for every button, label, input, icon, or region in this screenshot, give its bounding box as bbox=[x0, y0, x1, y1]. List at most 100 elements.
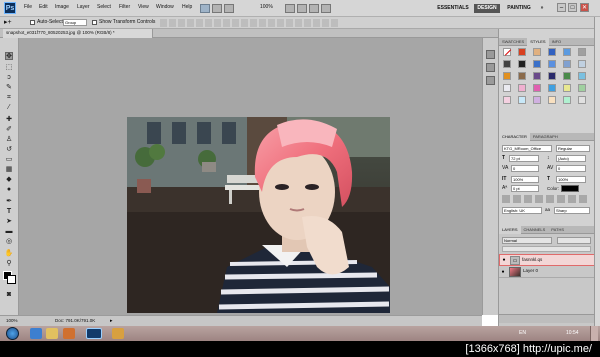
tab-layers[interactable]: LAYERS bbox=[499, 225, 521, 234]
tab-styles[interactable]: STYLES bbox=[527, 37, 549, 46]
style-swatch[interactable] bbox=[533, 96, 541, 104]
antialias-dropdown[interactable]: Sharp bbox=[554, 207, 590, 214]
pen-tool-icon[interactable]: ✒ bbox=[5, 197, 13, 205]
style-swatch[interactable] bbox=[578, 60, 586, 68]
menu-layer[interactable]: Layer bbox=[77, 5, 90, 10]
history-brush-icon[interactable]: ↺ bbox=[5, 145, 13, 153]
align-distribute-buttons[interactable] bbox=[160, 19, 340, 27]
menu-file[interactable]: File bbox=[24, 5, 32, 10]
workspace-design[interactable]: DESIGN bbox=[474, 4, 500, 13]
style-swatch[interactable] bbox=[548, 84, 556, 92]
shape-tool-icon[interactable]: ▬ bbox=[5, 227, 13, 235]
hand-icon[interactable] bbox=[285, 4, 295, 13]
menu-edit[interactable]: Edit bbox=[39, 5, 48, 10]
start-button-icon[interactable] bbox=[6, 327, 19, 340]
visibility-eye-icon[interactable]: ● bbox=[499, 269, 507, 275]
extras-icon[interactable] bbox=[224, 4, 234, 13]
style-swatch[interactable] bbox=[578, 84, 586, 92]
style-swatch[interactable] bbox=[518, 60, 526, 68]
horizontal-scale-field[interactable]: 100% bbox=[556, 176, 586, 183]
style-swatch[interactable] bbox=[518, 84, 526, 92]
show-transform-checkbox[interactable] bbox=[92, 20, 97, 25]
zoom-tool-icon[interactable]: ⚲ bbox=[5, 259, 13, 267]
tab-swatches[interactable]: SWATCHES bbox=[499, 39, 527, 44]
language-dropdown[interactable]: English: UK bbox=[502, 207, 542, 214]
quick-mask-icon[interactable]: ◙ bbox=[5, 290, 13, 298]
style-swatch[interactable] bbox=[518, 96, 526, 104]
kerning-field[interactable]: 0 bbox=[511, 165, 539, 172]
style-swatch[interactable] bbox=[578, 72, 586, 80]
zoom-level[interactable]: 100% bbox=[260, 5, 273, 10]
menu-view[interactable]: View bbox=[138, 5, 149, 10]
bridge-icon[interactable] bbox=[200, 4, 210, 13]
layer-row[interactable]: ● Layer 0 bbox=[499, 266, 595, 278]
style-swatch[interactable] bbox=[563, 72, 571, 80]
style-swatch[interactable] bbox=[548, 96, 556, 104]
tab-paths[interactable]: PATHS bbox=[548, 227, 567, 232]
style-swatch[interactable] bbox=[503, 84, 511, 92]
dodge-tool-icon[interactable]: ● bbox=[5, 185, 13, 193]
style-swatch[interactable] bbox=[563, 48, 571, 56]
menu-filter[interactable]: Filter bbox=[119, 5, 130, 10]
minibridge-icon[interactable] bbox=[212, 4, 222, 13]
workspace-essentials[interactable]: ESSENTIALS bbox=[434, 4, 472, 13]
brush-panel-icon[interactable] bbox=[486, 76, 495, 85]
canvas-workspace[interactable] bbox=[19, 38, 482, 315]
leading-field[interactable]: (Auto) bbox=[556, 155, 586, 162]
opacity-field[interactable] bbox=[557, 237, 591, 244]
screen-mode-icon[interactable] bbox=[321, 4, 331, 13]
style-swatch[interactable] bbox=[518, 48, 526, 56]
document-canvas[interactable] bbox=[127, 117, 390, 313]
document-tab[interactable]: snapshot_e031f770_80520253.jpg @ 100% (R… bbox=[3, 29, 153, 38]
actions-panel-icon[interactable] bbox=[486, 63, 495, 72]
tab-channels[interactable]: CHANNELS bbox=[521, 227, 549, 232]
hand-tool-icon[interactable]: ✋ bbox=[5, 249, 14, 257]
menu-help[interactable]: Help bbox=[182, 5, 192, 10]
gradient-tool-icon[interactable]: ▦ bbox=[5, 165, 13, 173]
style-swatch[interactable] bbox=[533, 48, 541, 56]
chrome-icon[interactable] bbox=[112, 328, 124, 339]
minimize-button[interactable]: – bbox=[557, 3, 566, 12]
ie-icon[interactable] bbox=[30, 328, 42, 339]
style-swatch[interactable] bbox=[503, 48, 512, 56]
marquee-tool-icon[interactable]: ⬚ bbox=[5, 63, 13, 71]
menu-select[interactable]: Select bbox=[97, 5, 111, 10]
style-swatch[interactable] bbox=[578, 96, 586, 104]
style-swatch[interactable] bbox=[563, 60, 571, 68]
move-tool-icon[interactable]: ▸+ bbox=[4, 19, 16, 27]
font-style-dropdown[interactable]: Regular bbox=[556, 145, 590, 152]
vertical-scale-field[interactable]: 100% bbox=[511, 176, 539, 183]
style-swatch[interactable] bbox=[578, 48, 586, 56]
photoshop-taskbar-icon[interactable] bbox=[86, 328, 102, 339]
tab-character[interactable]: CHARACTER bbox=[499, 132, 530, 141]
layers-footer-buttons[interactable] bbox=[499, 314, 595, 323]
style-swatch[interactable] bbox=[563, 84, 571, 92]
style-swatch[interactable] bbox=[503, 72, 511, 80]
style-swatch[interactable] bbox=[548, 60, 556, 68]
tab-info[interactable]: INFO bbox=[549, 39, 565, 44]
explorer-icon[interactable] bbox=[46, 328, 58, 339]
type-tool-icon[interactable]: T bbox=[5, 207, 13, 215]
layer-row-selected[interactable]: ● ▭ fasnnkl.qs bbox=[499, 254, 595, 266]
language-indicator[interactable]: EN bbox=[519, 331, 526, 336]
tracking-field[interactable]: 0 bbox=[556, 165, 586, 172]
style-swatch[interactable] bbox=[533, 72, 541, 80]
text-style-buttons[interactable] bbox=[502, 195, 590, 203]
healing-brush-icon[interactable]: ✚ bbox=[5, 115, 13, 123]
3d-rotate-icon[interactable]: ◎ bbox=[5, 237, 13, 245]
quick-select-tool-icon[interactable]: ✎ bbox=[5, 83, 13, 91]
style-swatch[interactable] bbox=[563, 96, 571, 104]
move-tool-icon[interactable]: ✥ bbox=[5, 52, 13, 60]
style-swatch[interactable] bbox=[503, 60, 511, 68]
rotate-view-icon[interactable] bbox=[297, 4, 307, 13]
maximize-button[interactable]: □ bbox=[568, 3, 577, 12]
workspace-more-icon[interactable]: » bbox=[538, 4, 546, 13]
baseline-shift-field[interactable]: 0 pt bbox=[511, 185, 539, 192]
blend-mode-dropdown[interactable]: Normal bbox=[502, 237, 552, 244]
font-size-field[interactable]: 72 pt bbox=[509, 155, 539, 162]
auto-select-checkbox[interactable] bbox=[30, 20, 35, 25]
status-zoom[interactable]: 100% bbox=[6, 318, 18, 324]
brush-tool-icon[interactable]: ✐ bbox=[5, 125, 13, 133]
clone-stamp-icon[interactable]: ♙ bbox=[5, 135, 13, 143]
eraser-tool-icon[interactable]: ▭ bbox=[5, 155, 13, 163]
